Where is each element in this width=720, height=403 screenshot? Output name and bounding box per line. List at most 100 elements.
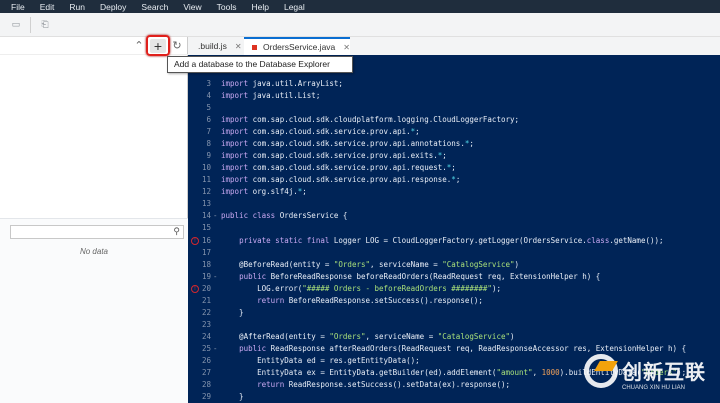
line-number: 20: [201, 283, 211, 293]
code-line[interactable]: ! 16 private static final Logger LOG = Cl…: [188, 235, 720, 247]
code-line[interactable]: 4 import java.util.List;: [188, 90, 720, 102]
line-number: 6: [206, 115, 211, 125]
code-text: }: [221, 391, 244, 403]
code-token: import: [221, 127, 249, 137]
menu-tools[interactable]: Tools: [217, 2, 237, 12]
editor-tabs: .build.js ✕ OrdersService.java ✕: [188, 37, 720, 55]
code-line[interactable]: 19- public BeforeReadResponse beforeRead…: [188, 271, 720, 283]
sql-console-icon[interactable]: ▭: [9, 19, 23, 30]
code-token: java.util.List;: [252, 91, 321, 101]
code-line[interactable]: 17: [188, 247, 720, 259]
code-line[interactable]: 3 import java.util.ArrayList;: [188, 78, 720, 90]
code-line[interactable]: 22 }: [188, 307, 720, 319]
code-editor[interactable]: 3 import java.util.ArrayList; 4 import java…: [188, 55, 720, 403]
code-token: "Orders": [329, 331, 366, 341]
line-number: 16: [201, 235, 211, 245]
code-line[interactable]: 14- public class OrdersService {: [188, 210, 720, 222]
code-token: org.slf4j.: [252, 187, 298, 197]
code-line[interactable]: 23: [188, 319, 720, 331]
code-text: import com.sap.cloud.sdk.service.prov.ap…: [221, 126, 420, 138]
code-line[interactable]: 7 import com.sap.cloud.sdk.service.prov.a…: [188, 126, 720, 138]
search-icon[interactable]: ⚲: [173, 226, 180, 237]
tab-build-js[interactable]: .build.js ✕: [190, 37, 242, 55]
code-line[interactable]: 5: [188, 102, 720, 114]
collapse-icon[interactable]: ⌃: [131, 39, 147, 53]
code-line[interactable]: 24 @AfterRead(entity = "Orders", service…: [188, 331, 720, 343]
toolbar-divider: [30, 17, 31, 33]
highlight-box: [146, 35, 170, 56]
search-input[interactable]: ⚲: [10, 225, 184, 239]
code-line[interactable]: 21 return BeforeReadResponse.setSuccess(…: [188, 295, 720, 307]
menu-view[interactable]: View: [183, 2, 201, 12]
code-line[interactable]: 18 @BeforeRead(entity = "Orders", servic…: [188, 259, 720, 271]
code-token: ;: [302, 187, 307, 197]
code-token: "CatalogService": [437, 331, 510, 341]
tooltip: Add a database to the Database Explorer: [167, 56, 353, 73]
fold-icon[interactable]: -: [213, 210, 218, 222]
close-icon[interactable]: ✕: [343, 43, 350, 52]
code-token: BeforeReadResponse beforeReadOrders(Read…: [270, 271, 601, 281]
code-line[interactable]: 6 import com.sap.cloud.sdk.cloudplatform.…: [188, 114, 720, 126]
line-number: 14: [201, 211, 211, 221]
menu-search[interactable]: Search: [141, 2, 168, 12]
code-token: import: [221, 175, 249, 185]
modified-indicator-icon: [252, 45, 257, 51]
code-line[interactable]: 13: [188, 198, 720, 210]
code-token: "Orders": [333, 259, 371, 269]
code-line[interactable]: 8 import com.sap.cloud.sdk.service.prov.a…: [188, 138, 720, 150]
code-token: com.sap.cloud.sdk.service.prov.api.annot…: [252, 139, 465, 149]
code-line[interactable]: 9 import com.sap.cloud.sdk.service.prov.a…: [188, 150, 720, 162]
code-line[interactable]: 10 import com.sap.cloud.sdk.service.prov.…: [188, 162, 720, 174]
code-token: com.sap.cloud.sdk.cloudplatform.logging.…: [252, 115, 520, 125]
code-token: ReadResponse.setSuccess().setData(ex).re…: [288, 380, 510, 389]
line-number: 23: [201, 319, 211, 329]
code-token: );: [491, 283, 501, 293]
details-pane: ⚲ No data: [0, 219, 188, 403]
code-token: OrdersService {: [279, 211, 348, 221]
code-token: com.sap.cloud.sdk.service.prov.api.exits…: [252, 151, 438, 161]
import-icon[interactable]: ⎗: [38, 19, 52, 30]
menu-file[interactable]: File: [11, 2, 25, 12]
code-text: LOG.error("##### Orders - beforeReadOrde…: [221, 283, 501, 295]
code-text: import com.sap.cloud.sdk.cloudplatform.l…: [221, 114, 519, 126]
menu-legal[interactable]: Legal: [284, 2, 305, 12]
code-text: }: [221, 307, 244, 319]
code-text: public BeforeReadResponse beforeReadOrde…: [221, 271, 600, 283]
code-token: "amount": [496, 367, 533, 377]
close-icon[interactable]: ✕: [235, 42, 242, 51]
code-token: public: [239, 343, 267, 353]
code-token: BeforeReadResponse.setSuccess().response…: [288, 295, 483, 305]
tab-label: .build.js: [198, 41, 227, 51]
code-line[interactable]: 11 import com.sap.cloud.sdk.service.prov.…: [188, 174, 720, 186]
menu-edit[interactable]: Edit: [40, 2, 55, 12]
line-number: 21: [201, 295, 211, 305]
code-token: ;: [442, 151, 447, 161]
database-explorer-panel: ⌃ + ↻ ⚲ No data: [0, 37, 188, 403]
line-number: 12: [201, 187, 211, 197]
code-token: public: [239, 271, 267, 281]
line-number: 18: [201, 259, 211, 269]
watermark-icon: [584, 354, 618, 388]
code-text: EntityData ed = res.getEntityData();: [221, 355, 420, 367]
tab-orders-service[interactable]: OrdersService.java ✕: [244, 37, 350, 55]
menu-bar: File Edit Run Deploy Search View Tools Help Lega…: [0, 0, 720, 13]
code-token: import: [221, 163, 249, 173]
code-token: @BeforeRead(entity =: [221, 259, 334, 269]
menu-run[interactable]: Run: [69, 2, 85, 12]
code-token: class: [586, 235, 610, 245]
code-line[interactable]: ! 20 LOG.error("##### Orders - beforeRead…: [188, 283, 720, 295]
fold-icon[interactable]: -: [213, 343, 218, 355]
line-number: 17: [201, 247, 211, 257]
code-token: import: [221, 79, 249, 88]
code-line[interactable]: 12 import org.slf4j.*;: [188, 186, 720, 198]
menu-deploy[interactable]: Deploy: [100, 2, 126, 12]
code-token: import: [221, 91, 249, 101]
code-token: java.util.ArrayList;: [252, 79, 343, 88]
menu-help[interactable]: Help: [251, 2, 268, 12]
fold-icon[interactable]: -: [213, 271, 218, 283]
code-line[interactable]: 15: [188, 222, 720, 234]
refresh-icon[interactable]: ↻: [169, 39, 185, 53]
